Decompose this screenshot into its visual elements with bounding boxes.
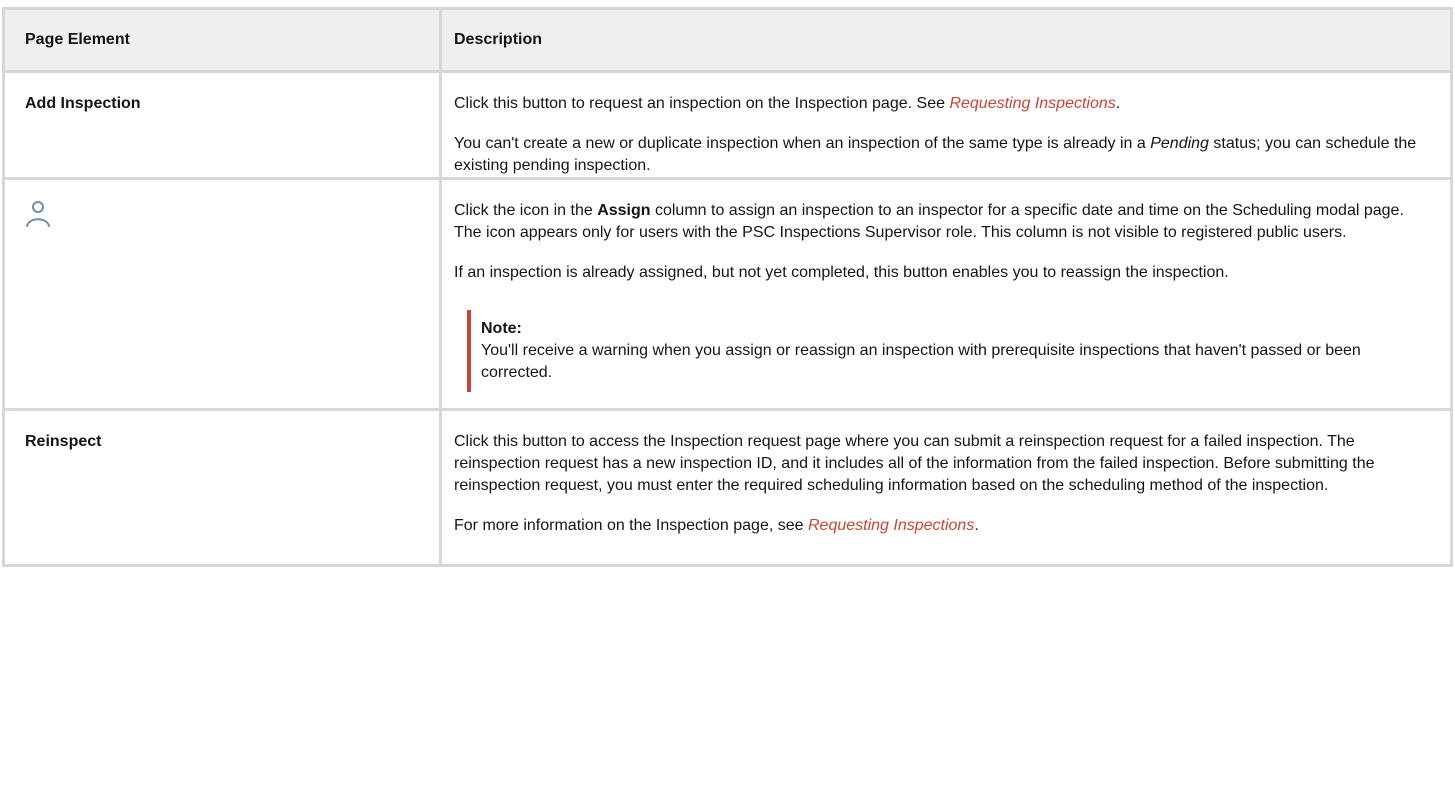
description-paragraph: If an inspection is already assigned, bu… xyxy=(454,264,1229,281)
column-header-description: Description xyxy=(439,7,1453,73)
description-paragraph: Click the icon in the Assign column to a… xyxy=(454,202,1404,241)
table-header-row: Page Element Description xyxy=(2,7,1453,73)
description-cell: Click this button to request an inspecti… xyxy=(439,73,1453,180)
document-page: Page Element Description Add Inspection … xyxy=(0,0,1455,801)
page-elements-table: Page Element Description Add Inspection … xyxy=(2,7,1453,567)
note-title: Note: xyxy=(481,320,522,337)
table-row-assign: Click the icon in the Assign column to a… xyxy=(2,180,1453,411)
note-text: You'll receive a warning when you assign… xyxy=(481,342,1361,381)
description-paragraph: You can't create a new or duplicate insp… xyxy=(454,135,1417,174)
note-callout: Note: You'll receive a warning when you … xyxy=(467,310,1428,392)
description-paragraph: Click this button to access the Inspecti… xyxy=(454,433,1375,494)
pending-status-term: Pending xyxy=(1150,135,1209,152)
element-cell xyxy=(2,180,439,411)
table-row-reinspect: Reinspect Click this button to access th… xyxy=(2,411,1453,567)
element-name: Reinspect xyxy=(25,433,102,450)
description-paragraph: For more information on the Inspection p… xyxy=(454,517,979,534)
description-cell: Click the icon in the Assign column to a… xyxy=(439,180,1453,411)
description-cell: Click this button to access the Inspecti… xyxy=(439,411,1453,567)
element-cell: Reinspect xyxy=(2,411,439,567)
assign-column-term: Assign xyxy=(597,202,651,219)
element-cell: Add Inspection xyxy=(2,73,439,180)
column-header-page-element: Page Element xyxy=(2,7,439,73)
description-paragraph: Click this button to request an inspecti… xyxy=(454,95,1121,112)
user-icon xyxy=(25,200,51,228)
element-name: Add Inspection xyxy=(25,95,141,112)
requesting-inspections-link[interactable]: Requesting Inspections xyxy=(949,95,1115,112)
table-row-add-inspection: Add Inspection Click this button to requ… xyxy=(2,73,1453,180)
requesting-inspections-link[interactable]: Requesting Inspections xyxy=(808,517,974,534)
